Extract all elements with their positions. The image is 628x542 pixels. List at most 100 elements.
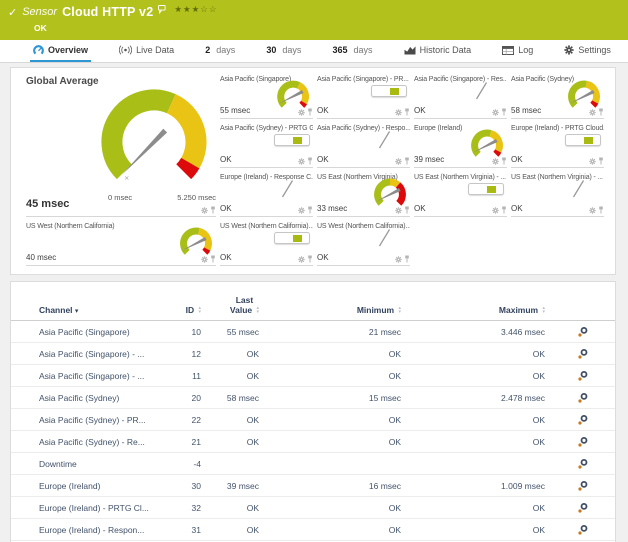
pin-icon[interactable]	[598, 206, 604, 214]
pin-icon[interactable]	[501, 108, 507, 116]
cell-last-value: 55 msec	[201, 327, 259, 337]
cell-last-value: OK	[201, 437, 259, 447]
edit-channel-icon[interactable]	[577, 484, 589, 494]
tab-2-days[interactable]: 2days	[202, 40, 238, 62]
channel-tile[interactable]: Asia Pacific (Singapore) - Res...OK	[414, 74, 507, 119]
tab-overview[interactable]: Overview	[30, 40, 91, 62]
tab-settings[interactable]: Settings	[561, 40, 614, 62]
gauge-scale-max: 5.250 msec	[177, 193, 216, 202]
channel-gauge	[467, 127, 507, 161]
tab-label: Live Data	[136, 45, 174, 55]
channel-tile[interactable]: US West (Northern California)40 msec	[26, 221, 216, 266]
column-header-channel[interactable]: Channel ▾	[39, 305, 171, 315]
column-header-last[interactable]: LastValue ▴▾	[201, 295, 259, 315]
edit-channel-icon[interactable]	[577, 462, 589, 472]
tab-30-days[interactable]: 30days	[263, 40, 304, 62]
cell-maximum: OK	[401, 503, 545, 513]
gauge-title: Global Average	[26, 74, 216, 87]
gear-icon[interactable]	[492, 207, 499, 214]
global-average-gauge: ×	[98, 89, 210, 185]
pin-icon[interactable]	[598, 108, 604, 116]
edit-channel-icon[interactable]	[577, 418, 589, 428]
gear-icon[interactable]	[298, 256, 305, 263]
gear-icon[interactable]	[589, 158, 596, 165]
edit-channel-icon[interactable]	[577, 396, 589, 406]
edit-channel-icon[interactable]	[577, 352, 589, 362]
gauge-icon	[33, 45, 44, 56]
pin-icon[interactable]	[210, 206, 216, 214]
column-header-max[interactable]: Maximum ▴▾	[401, 305, 545, 315]
column-header-min[interactable]: Minimum ▴▾	[259, 305, 401, 315]
gear-icon[interactable]	[589, 109, 596, 116]
edit-channel-icon[interactable]	[577, 528, 589, 538]
cell-minimum: OK	[259, 415, 401, 425]
pin-icon[interactable]	[404, 157, 410, 165]
edit-channel-icon[interactable]	[577, 330, 589, 340]
channel-tile[interactable]: Europe (Ireland) - PRTG Cloud...OK	[511, 123, 604, 168]
channel-tile[interactable]: Asia Pacific (Sydney) - PRTG G...OK	[220, 123, 313, 168]
channel-label: Europe (Ireland) - PRTG Cloud...	[511, 123, 604, 133]
status-check-icon: ✓	[8, 6, 17, 19]
channel-gauge	[176, 225, 216, 259]
channel-tile[interactable]: US East (Northern Virginia)33 msec	[317, 172, 410, 217]
cell-minimum: 15 msec	[259, 393, 401, 403]
cell-channel: Asia Pacific (Sydney) - Re...	[39, 437, 171, 447]
gear-icon[interactable]	[395, 207, 402, 214]
tab-historic-data[interactable]: Historic Data	[401, 40, 475, 62]
gear-icon[interactable]	[298, 207, 305, 214]
gear-icon[interactable]	[201, 207, 208, 214]
pin-icon[interactable]	[307, 108, 313, 116]
channel-value: OK	[317, 155, 329, 164]
pin-icon[interactable]	[404, 255, 410, 263]
channel-value: 39 msec	[414, 155, 444, 164]
tab-bar: Overview Live Data 2days 30days 365days Histo…	[0, 40, 628, 63]
pin-icon[interactable]	[307, 206, 313, 214]
edit-channel-icon[interactable]	[577, 506, 589, 516]
gear-icon[interactable]	[395, 158, 402, 165]
column-header-id[interactable]: ID ▴▾	[171, 305, 201, 315]
channel-tile[interactable]: Asia Pacific (Singapore) - PR...OK	[317, 74, 410, 119]
gear-icon[interactable]	[298, 158, 305, 165]
global-average-tile[interactable]: Global Average × 0 msec 5.250 msec 45 ms…	[26, 74, 216, 217]
tab-365-days[interactable]: 365days	[330, 40, 376, 62]
channel-tile[interactable]: US East (Northern Virginia) - ...OK	[511, 172, 604, 217]
edit-channel-icon[interactable]	[577, 440, 589, 450]
channel-tile[interactable]: Europe (Ireland)39 msec	[414, 123, 507, 168]
channel-tile[interactable]: Europe (Ireland) - Response C...OK	[220, 172, 313, 217]
gear-icon[interactable]	[492, 158, 499, 165]
channel-tile[interactable]: Asia Pacific (Singapore)55 msec	[220, 74, 313, 119]
pin-icon[interactable]	[307, 255, 313, 263]
prtg-sensor-page: ✓ Sensor Cloud HTTP v2 ★★★☆☆ OK Overview…	[0, 0, 628, 542]
channel-tile[interactable]: Asia Pacific (Sydney) - Respo...OK	[317, 123, 410, 168]
priority-stars[interactable]: ★★★☆☆	[174, 5, 217, 15]
channel-tile[interactable]: US West (Northern California)...OK	[317, 221, 410, 266]
gear-icon[interactable]	[589, 207, 596, 214]
pin-icon[interactable]	[501, 157, 507, 165]
gear-icon[interactable]	[395, 109, 402, 116]
channel-gauge	[273, 78, 313, 112]
channel-tile[interactable]: US East (Northern Virginia) - ...OK	[414, 172, 507, 217]
cell-minimum: OK	[259, 437, 401, 447]
tab-log[interactable]: Log	[499, 40, 536, 62]
channel-value: OK	[220, 253, 232, 262]
pin-icon[interactable]	[404, 206, 410, 214]
gear-icon[interactable]	[201, 256, 208, 263]
pin-icon[interactable]	[210, 255, 216, 263]
tab-live-data[interactable]: Live Data	[116, 40, 177, 62]
pin-icon[interactable]	[404, 108, 410, 116]
edit-channel-icon[interactable]	[577, 374, 589, 384]
gear-icon[interactable]	[298, 109, 305, 116]
cell-last-value: 58 msec	[201, 393, 259, 403]
channel-tile[interactable]: US West (Northern California)...OK	[220, 221, 313, 266]
pin-icon[interactable]	[501, 206, 507, 214]
channel-tile[interactable]: Asia Pacific (Sydney)58 msec	[511, 74, 604, 119]
gear-icon	[564, 45, 574, 55]
cell-id: 31	[171, 525, 201, 535]
pin-icon[interactable]	[307, 157, 313, 165]
gear-icon[interactable]	[395, 256, 402, 263]
pin-icon[interactable]	[598, 157, 604, 165]
gear-icon[interactable]	[492, 109, 499, 116]
channel-value: 40 msec	[26, 253, 56, 262]
channel-row: Asia Pacific (Sydney) - Re...21OKOKOK	[11, 431, 615, 453]
lookup-state-bar	[468, 183, 504, 195]
